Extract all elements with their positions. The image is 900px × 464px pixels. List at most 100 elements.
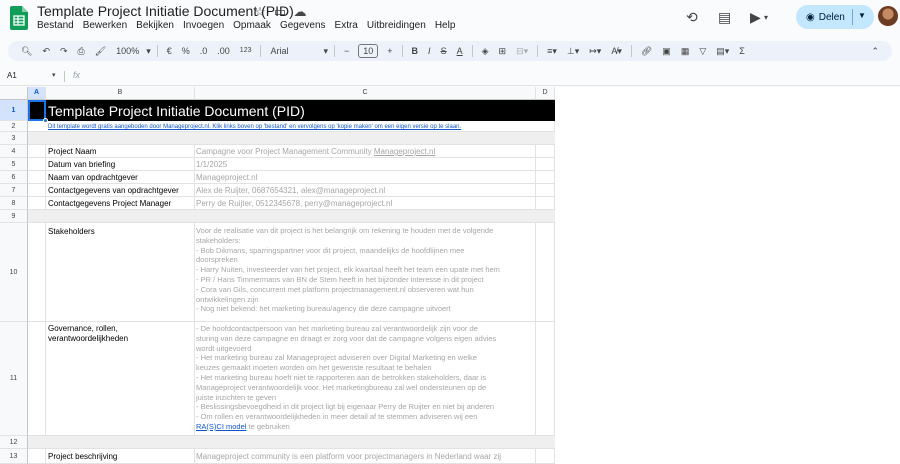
label-governance[interactable]: Governance, rollen, verantwoordelijkhede… xyxy=(48,324,193,344)
undo-icon[interactable]: ↶ xyxy=(37,41,55,61)
comments-icon[interactable]: ▤ xyxy=(718,9,731,26)
value-stakeholders[interactable]: Voor de realisatie van dit project is he… xyxy=(196,226,536,314)
font-size-input[interactable]: 10 xyxy=(358,44,379,58)
search-menus-icon[interactable]: 🔍︎ xyxy=(16,41,37,61)
redo-icon[interactable]: ↷ xyxy=(55,41,73,61)
value-naam-opdrachtgever[interactable]: Manageproject.nl xyxy=(196,172,257,184)
row-header-3[interactable]: 3 xyxy=(0,132,28,145)
more-formats-button[interactable]: 123 xyxy=(235,41,257,61)
filter-views-icon[interactable]: ▤▾ xyxy=(711,41,734,61)
fill-color-icon[interactable]: ◈ xyxy=(477,41,494,61)
value-governance[interactable]: - De hoofdcontactpersoon van het marketi… xyxy=(196,324,536,432)
currency-format-button[interactable]: € xyxy=(162,41,177,61)
name-box[interactable]: A1 xyxy=(7,71,17,80)
version-history-icon[interactable]: ⟲ xyxy=(686,9,698,26)
value-project-beschrijving[interactable]: Manageproject community is een platform … xyxy=(196,451,501,463)
font-size-increase-icon[interactable]: + xyxy=(382,41,397,61)
menu-opmaak[interactable]: Opmaak xyxy=(233,20,271,31)
strikethrough-button[interactable]: S xyxy=(436,41,452,61)
label-project-beschrijving[interactable]: Project beschrijving xyxy=(48,451,117,463)
raci-model-link[interactable]: RA(S)CI model xyxy=(196,422,246,431)
menu-extra[interactable]: Extra xyxy=(335,20,358,31)
name-box-caret-icon[interactable]: ▾ xyxy=(52,71,56,79)
value-datum-briefing[interactable]: 1/1/2025 xyxy=(196,159,227,171)
label-project-naam[interactable]: Project Naam xyxy=(48,146,96,158)
functions-button[interactable]: Σ xyxy=(734,41,750,61)
row-header-8[interactable]: 8 xyxy=(0,197,28,210)
globe-icon: ◉ xyxy=(806,11,815,23)
label-contact-pm[interactable]: Contactgegevens Project Manager xyxy=(48,198,171,210)
row-header-11[interactable]: 11 xyxy=(0,322,28,436)
column-header-d[interactable]: D xyxy=(536,87,555,100)
text-rotation-icon[interactable]: A̸▾ xyxy=(606,41,627,61)
menu-gegevens[interactable]: Gegevens xyxy=(280,20,326,31)
fx-icon: fx xyxy=(73,70,81,80)
value-contact-opdrachtgever[interactable]: Alex de Ruijter, 0687654321, alex@manage… xyxy=(196,185,385,197)
toolbar: 🔍︎ ↶ ↷ ⎙ 🖌︎ 100% ▾ € % .0 .00 123 Arial … xyxy=(8,41,892,61)
bold-button[interactable]: B xyxy=(407,41,424,61)
insert-comment-icon[interactable]: ▣ xyxy=(657,41,676,61)
meet-caret-icon[interactable]: ▾ xyxy=(764,13,768,22)
sheet-grid[interactable]: A B C D 1 2 3 4 5 6 7 8 9 10 11 12 13 Te… xyxy=(0,87,900,464)
italic-button[interactable]: I xyxy=(423,41,436,61)
sheets-logo-icon[interactable] xyxy=(10,6,28,30)
label-naam-opdrachtgever[interactable]: Naam van opdrachtgever xyxy=(48,172,138,184)
star-icon[interactable]: ☆ xyxy=(253,4,267,20)
percent-format-button[interactable]: % xyxy=(177,41,195,61)
insert-link-icon[interactable]: 🔗︎ xyxy=(636,41,657,61)
merge-cells-icon[interactable]: ⊟▾ xyxy=(511,41,533,61)
column-header-a[interactable]: A xyxy=(28,87,46,100)
menu-bekijken[interactable]: Bekijken xyxy=(136,20,174,31)
font-size-decrease-icon[interactable]: − xyxy=(339,41,354,61)
column-header-c[interactable]: C xyxy=(195,87,536,100)
text-wrap-icon[interactable]: ↦▾ xyxy=(584,41,606,61)
menu-bewerken[interactable]: Bewerken xyxy=(83,20,127,31)
row-header-7[interactable]: 7 xyxy=(0,184,28,197)
row-header-5[interactable]: 5 xyxy=(0,158,28,171)
avatar[interactable] xyxy=(878,6,898,26)
row-header-4[interactable]: 4 xyxy=(0,145,28,158)
share-button[interactable]: ◉ Delen ▼ xyxy=(796,5,874,29)
column-header-b[interactable]: B xyxy=(46,87,195,100)
fill-handle[interactable] xyxy=(43,118,48,123)
share-label: Delen xyxy=(818,11,845,23)
row-header-13[interactable]: 13 xyxy=(0,449,28,464)
row-header-2[interactable]: 2 xyxy=(0,121,28,132)
decrease-decimals-button[interactable]: .0 xyxy=(195,41,213,61)
meet-camera-icon[interactable]: ▶ xyxy=(750,9,761,26)
horizontal-align-icon[interactable]: ≡▾ xyxy=(542,41,562,61)
menu-invoegen[interactable]: Invoegen xyxy=(183,20,224,31)
font-caret-icon[interactable]: ▾ xyxy=(321,41,330,61)
insert-chart-icon[interactable]: ▦ xyxy=(676,41,695,61)
vertical-align-icon[interactable]: ⊥▾ xyxy=(562,41,584,61)
row-header-10[interactable]: 10 xyxy=(0,223,28,322)
value-contact-pm[interactable]: Perry de Ruijter, 0512345678, perry@mana… xyxy=(196,198,392,210)
collapse-toolbar-icon[interactable]: ⌃ xyxy=(866,41,884,61)
row-header-1[interactable]: 1 xyxy=(0,100,28,121)
font-select[interactable]: Arial xyxy=(265,41,321,61)
print-icon[interactable]: ⎙ xyxy=(73,41,90,61)
row-header-6[interactable]: 6 xyxy=(0,171,28,184)
filter-icon[interactable]: ▽ xyxy=(694,41,711,61)
increase-decimals-button[interactable]: .00 xyxy=(212,41,235,61)
cloud-status-icon[interactable]: ☁ xyxy=(293,4,307,20)
row-header-12[interactable]: 12 xyxy=(0,436,28,449)
sheet-title[interactable]: Template Project Initiatie Document (PID… xyxy=(48,101,305,121)
label-datum-briefing[interactable]: Datum van briefing xyxy=(48,159,115,171)
move-folder-icon[interactable]: ▭ xyxy=(273,4,287,20)
zoom-select[interactable]: 100% xyxy=(111,41,144,61)
share-caret-icon[interactable]: ▼ xyxy=(858,11,866,20)
menu-help[interactable]: Help xyxy=(435,20,456,31)
label-stakeholders[interactable]: Stakeholders xyxy=(48,226,95,238)
row-header-9[interactable]: 9 xyxy=(0,210,28,223)
menu-uitbreidingen[interactable]: Uitbreidingen xyxy=(367,20,426,31)
intro-link[interactable]: Dit template wordt gratis aangeboden doo… xyxy=(48,122,461,132)
borders-icon[interactable]: ⊞ xyxy=(494,41,512,61)
menu-bestand[interactable]: Bestand xyxy=(37,20,74,31)
select-all-corner[interactable] xyxy=(0,87,28,100)
value-project-naam[interactable]: Campagne voor Project Management Communi… xyxy=(196,146,435,158)
paint-format-icon[interactable]: 🖌︎ xyxy=(90,41,111,61)
text-color-button[interactable]: A xyxy=(452,41,468,61)
label-contact-opdrachtgever[interactable]: Contactgegevens van opdrachtgever xyxy=(48,185,179,197)
zoom-caret-icon[interactable]: ▾ xyxy=(144,41,153,61)
